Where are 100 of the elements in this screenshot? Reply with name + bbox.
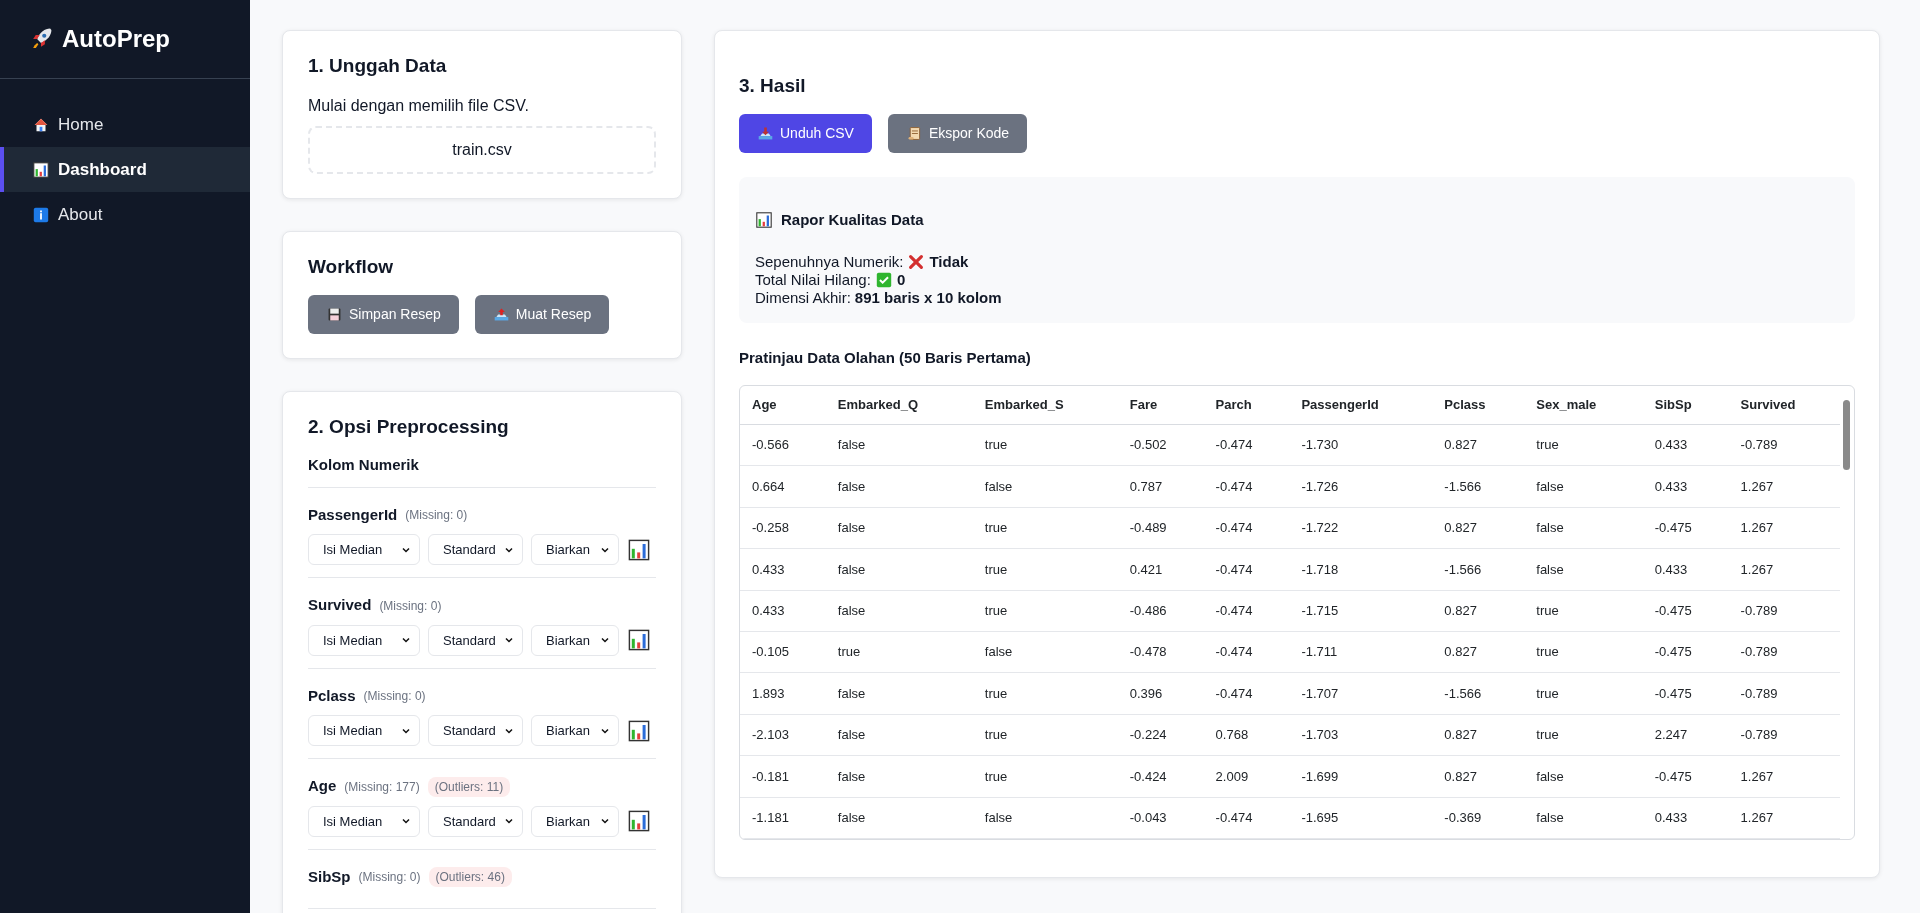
nav-item[interactable]: Dashboard (0, 147, 250, 192)
dropdown-select[interactable]: Isi Median (308, 805, 420, 837)
table-cell: 1.267 (1728, 548, 1840, 591)
table-cell: -1.703 (1289, 714, 1433, 756)
missing-count: (Missing: 0) (358, 869, 421, 887)
section-heading: Kolom Numerik (308, 454, 656, 488)
nav-item[interactable]: Home (0, 102, 250, 147)
table-cell: 1.267 (1728, 755, 1840, 798)
dropdown-select[interactable]: Biarkan (531, 624, 619, 656)
table-cell: false (825, 507, 973, 549)
dropdown-select[interactable]: Biarkan (531, 805, 619, 837)
table-cell: 0.433 (1642, 548, 1729, 591)
table-cell: -0.474 (1203, 465, 1290, 508)
table-cell: false (1524, 797, 1643, 839)
report-label: Total Nilai Hilang: (755, 270, 871, 289)
table-cell: false (825, 797, 973, 839)
table-cell: true (825, 631, 973, 673)
bar-chart-icon[interactable] (627, 718, 651, 743)
table-cell: false (1524, 548, 1643, 591)
action-button[interactable]: Unduh CSV (739, 113, 872, 153)
table-cell: -0.566 (740, 424, 826, 466)
preview-title: Pratinjau Data Olahan (50 Baris Pertama) (739, 347, 1032, 368)
file-drop-zone[interactable]: train.csv (308, 125, 656, 174)
table-cell: 0.768 (1203, 714, 1290, 756)
table-cell: -1.566 (1432, 465, 1525, 508)
dropdown-select[interactable]: Standard (428, 715, 523, 747)
table-cell: -0.474 (1203, 797, 1290, 839)
table-cell: -2.103 (740, 714, 826, 756)
table-cell: -0.789 (1728, 424, 1840, 466)
table-cell: false (1524, 465, 1643, 508)
dropdown-select[interactable]: Standard (428, 624, 523, 656)
table-cell: -1.722 (1289, 507, 1433, 549)
report-value: 0 (896, 270, 906, 289)
table-cell: true (1524, 714, 1643, 756)
table-cell: 0.827 (1432, 590, 1525, 632)
dropdown-select[interactable]: Standard (428, 534, 523, 566)
table-cell: 0.433 (1642, 797, 1729, 839)
column-header: Pclass (1432, 386, 1525, 425)
bar-chart-icon[interactable] (627, 809, 651, 834)
table-cell: 0.827 (1432, 507, 1525, 549)
recipe-button[interactable]: Simpan Resep (308, 294, 459, 334)
table-cell: -1.726 (1289, 465, 1433, 508)
table-cell: false (1524, 755, 1643, 798)
table-cell: -0.789 (1728, 631, 1840, 673)
dropdown-select[interactable]: Biarkan (531, 715, 619, 747)
table-cell: false (825, 590, 973, 632)
report-label: Dimensi Akhir: (755, 288, 851, 307)
table-cell: -0.224 (1117, 714, 1204, 756)
table-cell: true (972, 714, 1118, 756)
card-title: 1. Unggah Data (308, 55, 448, 78)
scrollbar-thumb[interactable] (1843, 400, 1850, 471)
table-cell: 1.267 (1728, 465, 1840, 508)
table-cell: 0.421 (1117, 548, 1204, 591)
cross-icon (907, 252, 926, 271)
table-cell: -0.789 (1728, 714, 1840, 756)
card-title: 2. Opsi Preprocessing (308, 415, 510, 439)
dropdown-select[interactable]: Standard (428, 805, 523, 837)
dropdown-select[interactable]: Isi Median (308, 715, 420, 747)
table-cell: 0.433 (1642, 465, 1729, 508)
table-cell: -0.474 (1203, 631, 1290, 673)
card-title: Workflow (308, 255, 395, 279)
table-cell: false (825, 714, 973, 756)
missing-count: (Missing: 0) (405, 507, 468, 525)
table-cell: true (1524, 672, 1643, 715)
column-header: Parch (1203, 386, 1290, 425)
info-icon (32, 205, 50, 224)
table-cell: true (972, 548, 1118, 591)
table-cell: false (1524, 507, 1643, 549)
report-title: Rapor Kualitas Data (781, 210, 924, 229)
table-cell: -0.043 (1117, 797, 1204, 839)
report-value: 891 baris x 10 kolom (854, 288, 1002, 307)
table-cell: -0.502 (1117, 424, 1204, 466)
dropdown-select[interactable]: Biarkan (531, 534, 619, 566)
table-cell: -1.730 (1289, 424, 1433, 466)
table-cell: false (825, 548, 973, 591)
table-cell: -0.478 (1117, 631, 1204, 673)
action-button[interactable]: Ekspor Kode (887, 113, 1028, 153)
table-cell: false (972, 465, 1118, 508)
table-cell: -1.711 (1289, 631, 1433, 673)
dropdown-select[interactable]: Isi Median (308, 534, 420, 566)
column-name: Pclass (308, 685, 356, 706)
dropdown-select[interactable]: Isi Median (308, 624, 420, 656)
column-header: SibSp (1642, 386, 1729, 425)
bar-chart-icon[interactable] (627, 537, 651, 562)
card-title: 3. Hasil (739, 75, 807, 98)
brand-title: AutoPrep (62, 24, 170, 54)
table-cell: -1.181 (740, 797, 826, 839)
table-cell: 1.267 (1728, 507, 1840, 549)
table-cell: 1.893 (740, 672, 826, 715)
table-cell: -0.474 (1203, 548, 1290, 591)
recipe-button[interactable]: Muat Resep (474, 294, 610, 334)
table-cell: true (1524, 590, 1643, 632)
checkmark-icon (874, 270, 893, 289)
table-cell: -0.475 (1642, 672, 1729, 715)
table-cell: false (825, 465, 973, 508)
table-cell: true (972, 672, 1118, 715)
nav-item[interactable]: About (0, 192, 250, 237)
table-cell: -0.258 (740, 507, 826, 549)
column-header: Sex_male (1524, 386, 1643, 425)
bar-chart-icon[interactable] (627, 628, 651, 653)
